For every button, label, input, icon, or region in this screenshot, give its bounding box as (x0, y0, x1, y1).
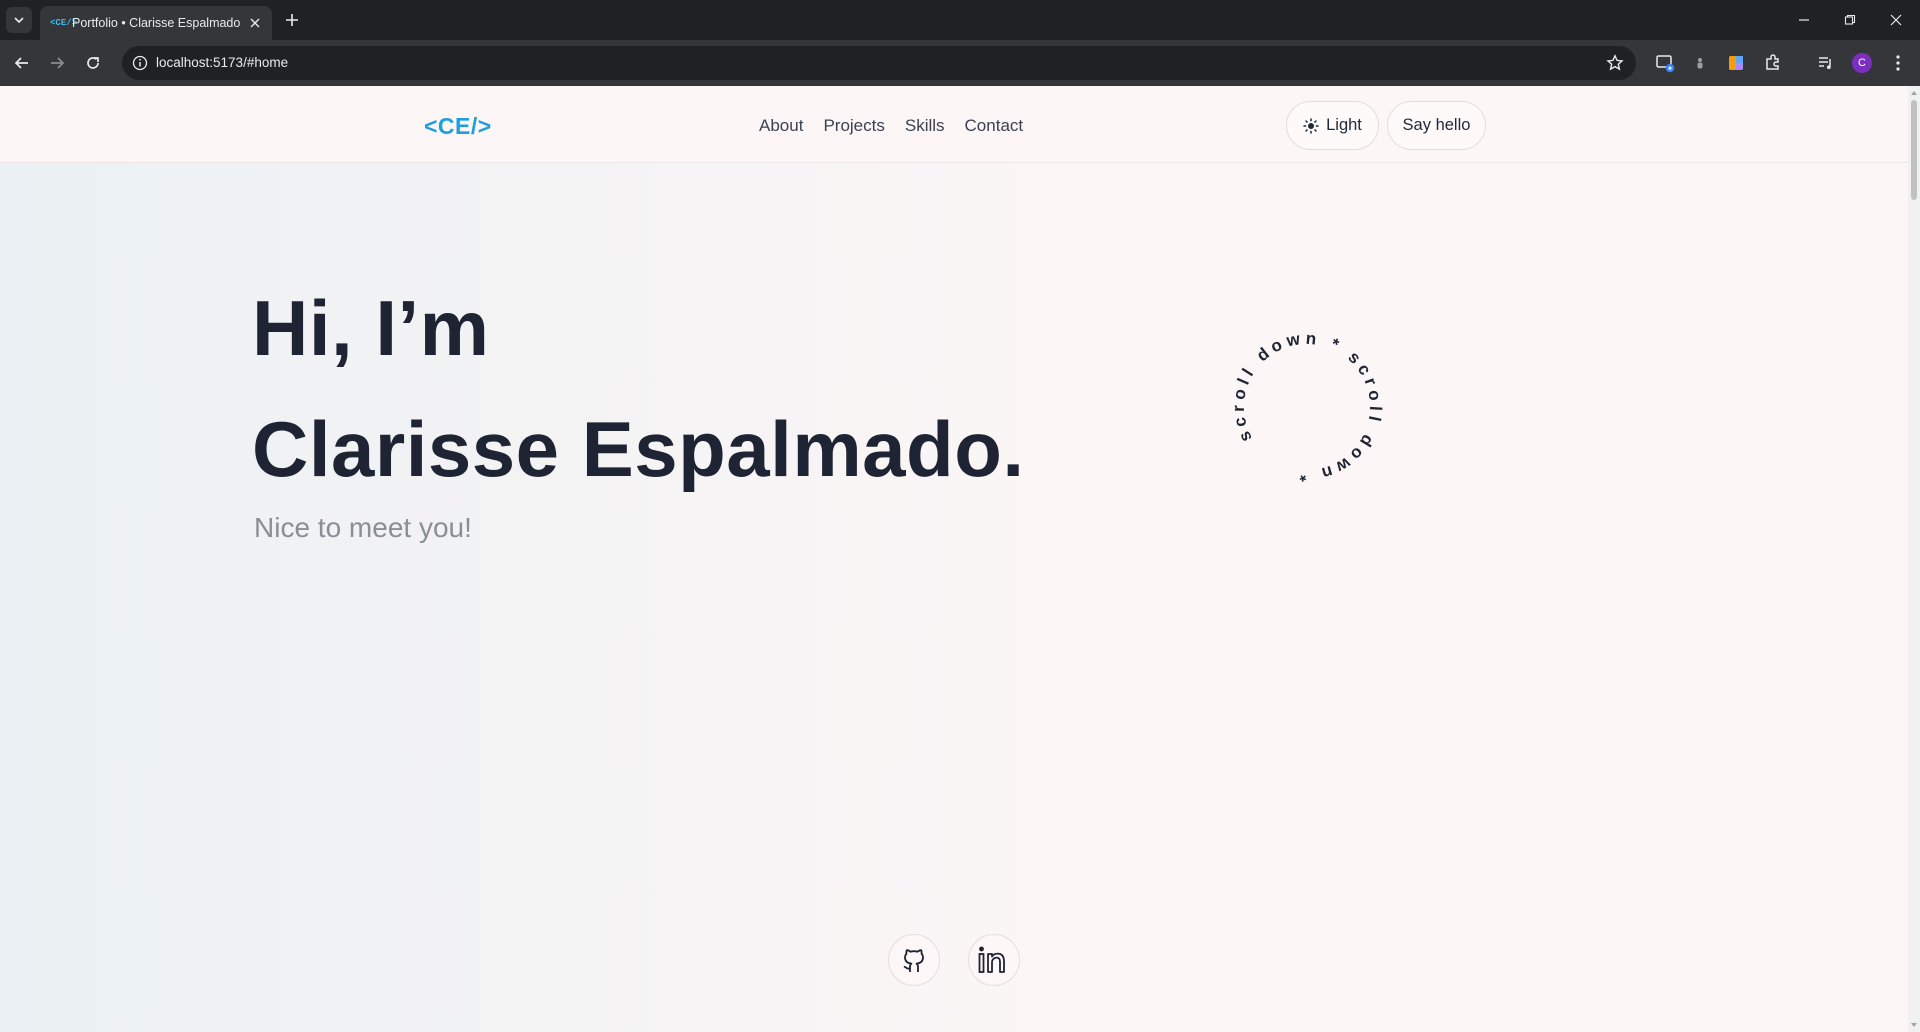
scroll-down-badge[interactable]: scroll down * scroll down * (1200, 300, 1414, 514)
browser-tab-strip: <CE/> Portfolio • Clarisse Espalmado (0, 0, 1920, 40)
main-nav: About Projects Skills Contact (759, 116, 1023, 136)
nav-link-projects[interactable]: Projects (823, 116, 884, 136)
site-info-icon[interactable] (130, 53, 150, 73)
extension-dot-icon[interactable] (1689, 52, 1711, 74)
browser-tab[interactable]: <CE/> Portfolio • Clarisse Espalmado (40, 6, 272, 40)
nav-link-skills[interactable]: Skills (905, 116, 945, 136)
tab-close-button[interactable] (246, 14, 264, 32)
cast-extension-icon[interactable] (1654, 52, 1676, 74)
close-icon (250, 18, 260, 28)
theme-toggle-label: Light (1326, 116, 1362, 134)
plus-icon (286, 14, 298, 26)
nav-link-about[interactable]: About (759, 116, 803, 136)
restore-icon (1844, 14, 1856, 25)
reload-icon (87, 57, 99, 69)
site-header: <CE/> About Projects Skills Contact Ligh… (0, 86, 1908, 163)
tab-favicon-icon: <CE/> (50, 18, 78, 28)
browser-menu-icon[interactable] (1887, 52, 1909, 74)
hero-greeting: Hi, I’m (252, 284, 490, 372)
browser-toolbar: localhost:5173/#home C (0, 40, 1920, 86)
chevron-down-icon (14, 17, 24, 24)
new-tab-button[interactable] (282, 10, 302, 30)
scroll-up-arrow-icon[interactable] (1908, 88, 1920, 98)
scroll-down-arrow-icon[interactable] (1908, 1020, 1920, 1030)
arrow-left-icon (14, 57, 28, 69)
reload-button[interactable] (81, 51, 105, 75)
back-button[interactable] (10, 51, 34, 75)
hero-name: Clarisse Espalmado. (252, 405, 1025, 493)
linkedin-icon (978, 946, 1005, 973)
minimize-button[interactable] (1781, 0, 1827, 40)
address-bar[interactable]: localhost:5173/#home (122, 46, 1636, 80)
scroll-down-badge-text: scroll down * scroll down * (1222, 322, 1392, 492)
profile-avatar[interactable]: C (1852, 53, 1872, 73)
page-scrollbar[interactable] (1908, 86, 1920, 1032)
github-link[interactable] (888, 934, 940, 986)
restore-button[interactable] (1827, 0, 1873, 40)
linkedin-link[interactable] (968, 934, 1020, 986)
github-icon (903, 949, 924, 972)
close-icon (1890, 14, 1902, 26)
minimize-icon (1799, 19, 1809, 21)
nav-link-contact[interactable]: Contact (965, 116, 1024, 136)
forward-button[interactable] (45, 51, 69, 75)
tab-title: Portfolio • Clarisse Espalmado (72, 16, 241, 30)
url-text: localhost:5173/#home (156, 55, 289, 70)
say-hello-button[interactable]: Say hello (1387, 101, 1486, 150)
extensions-puzzle-icon[interactable] (1762, 52, 1784, 74)
color-extension-icon[interactable] (1725, 52, 1747, 74)
theme-toggle-button[interactable]: Light (1286, 101, 1379, 150)
hero-subtitle: Nice to meet you! (254, 512, 472, 543)
scrollbar-thumb[interactable] (1911, 100, 1917, 200)
page-viewport: <CE/> About Projects Skills Contact Ligh… (0, 86, 1908, 1032)
arrow-right-icon (51, 57, 65, 69)
tab-search-button[interactable] (6, 7, 32, 33)
bookmark-star-icon[interactable] (1606, 54, 1624, 72)
site-logo[interactable]: <CE/> (424, 113, 492, 140)
close-window-button[interactable] (1873, 0, 1919, 40)
media-controls-icon[interactable] (1815, 52, 1837, 74)
sun-icon (1303, 117, 1319, 134)
